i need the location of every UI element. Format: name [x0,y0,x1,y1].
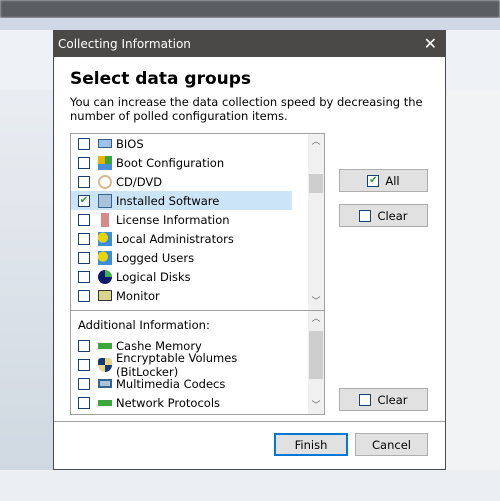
background-app-content [446,90,500,501]
checked-checkbox[interactable]: ✔ [78,194,90,207]
scroll-down-icon[interactable]: ﹀ [308,294,324,310]
chip-icon [98,139,112,148]
list-item-label: License Information [116,212,230,227]
list-item-label: Multimedia Codecs [116,376,226,391]
checkbox[interactable] [78,232,90,245]
scroll-down-icon[interactable]: ﹀ [308,398,324,414]
scroll-thumb[interactable] [309,331,323,379]
empty-checkbox-icon [359,393,372,406]
checkbox[interactable] [78,213,90,226]
collecting-information-dialog: Collecting Information ✕ Select data gro… [53,30,446,470]
background-app-menu [0,18,500,30]
list-item-label: Boot Configuration [116,155,225,170]
list-item[interactable]: Logged Users [71,248,292,267]
footer-divider [54,421,445,422]
dialog-title: Collecting Information [58,37,191,51]
data-groups-list[interactable]: BIOS Boot Configuration CD/DVD ✔ Installed S… [70,133,325,311]
list-item-label: Logged Users [116,250,195,265]
boot-tiles-icon [98,155,112,170]
key-icon [101,212,109,227]
select-all-button[interactable]: ✔ All [339,169,428,192]
additional-scrollbar[interactable]: ︿ ﹀ [308,311,324,414]
memory-icon [98,342,112,349]
cancel-button[interactable]: Cancel [355,433,428,456]
list-item-label: Monitor [116,288,160,303]
additional-header: Additional Information: [78,318,210,332]
checkbox[interactable] [78,270,90,283]
list-item-label: Network Protocols [116,395,221,410]
checkbox[interactable] [78,251,90,264]
list-item-label: CD/DVD [116,174,163,189]
list-item[interactable]: Encryptable Volumes (BitLocker) [71,351,292,379]
list-item[interactable]: Boot Configuration [71,153,292,172]
empty-checkbox-icon [359,209,372,222]
dialog-titlebar: Collecting Information ✕ [54,31,445,57]
background-app-statusbar [0,470,500,501]
additional-info-list[interactable]: Additional Information: Cashe Memory Encr… [70,310,325,415]
checked-checkbox-icon: ✔ [367,174,380,187]
page-title: Select data groups [70,69,252,89]
list-item-label: Installed Software [116,193,220,208]
clear-label: Clear [377,392,408,407]
clear-label: Clear [377,208,408,223]
list-item[interactable]: Logical Disks [71,267,292,286]
checkbox[interactable] [78,377,90,390]
list-item[interactable]: BIOS [71,134,292,153]
all-label: All [385,173,400,188]
scroll-up-icon[interactable]: ︿ [308,311,324,327]
list-item-label: Logical Disks [116,269,191,284]
users-icon [98,231,112,246]
background-app-sidebar [0,90,53,501]
speaker-icon [98,379,112,388]
shield-icon [98,357,112,372]
checkbox[interactable] [78,175,90,188]
checkbox[interactable] [78,156,90,169]
checkbox[interactable] [78,396,90,409]
list-item[interactable]: License Information [71,210,292,229]
list-item-label: Local Administrators [116,231,234,246]
scroll-thumb[interactable] [309,174,323,193]
clear-groups-button[interactable]: Clear [339,204,428,227]
scroll-up-icon[interactable]: ︿ [308,134,324,150]
list-item[interactable]: CD/DVD [71,172,292,191]
list-item-label: BIOS [116,136,144,151]
network-icon [98,399,112,406]
description: You can increase the data collection spe… [70,95,423,123]
monitor-icon [98,290,112,301]
checkbox[interactable] [78,339,90,352]
groups-scrollbar[interactable]: ︿ ﹀ [308,134,324,310]
checkbox[interactable] [78,358,90,371]
software-icon [98,193,112,208]
disc-icon [98,174,112,189]
users-icon [98,250,112,265]
list-item[interactable]: Network Protocols [71,393,292,412]
clear-additional-button[interactable]: Clear [339,388,428,411]
list-item[interactable]: Monitor [71,286,292,305]
finish-button[interactable]: Finish [274,433,348,456]
list-item[interactable]: ✔ Installed Software [71,191,292,210]
pie-disk-icon [98,269,112,284]
list-item[interactable]: Local Administrators [71,229,292,248]
checkbox[interactable] [78,289,90,302]
checkbox[interactable] [78,137,90,150]
close-icon[interactable]: ✕ [424,34,437,53]
list-item-label: Encryptable Volumes (BitLocker) [116,350,238,379]
background-app-titlebar [0,0,500,18]
